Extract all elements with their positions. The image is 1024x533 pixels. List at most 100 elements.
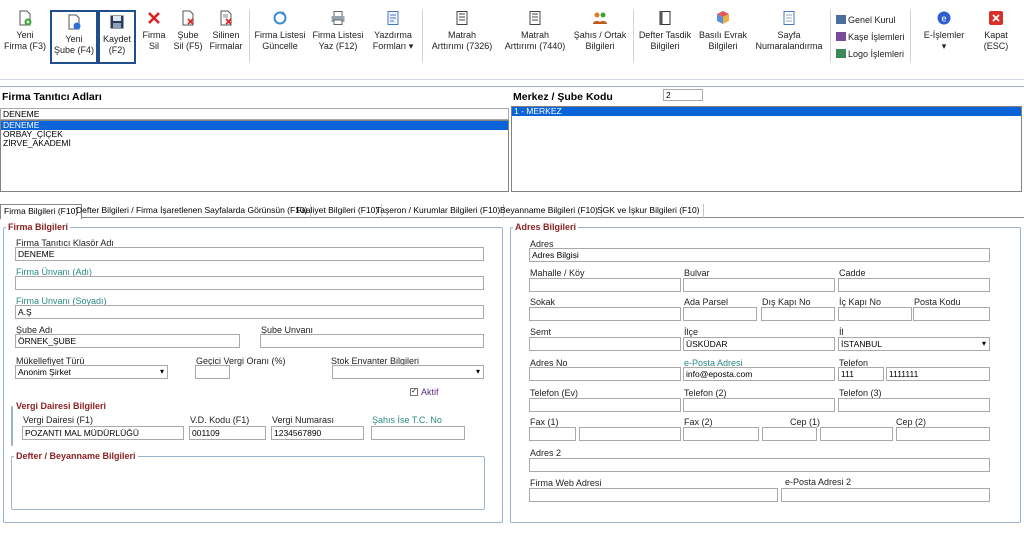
e-operations-button[interactable]: e E-İşlemler ▾ — [916, 4, 972, 66]
fax2-number-input[interactable] — [762, 427, 817, 441]
fax1-area-input[interactable] — [529, 427, 576, 441]
address-number-input[interactable] — [529, 367, 681, 381]
neighborhood-label: Mahalle / Köy — [530, 268, 585, 278]
tab-declaration-info[interactable]: Beyanname Bilgileri (F10) — [497, 204, 602, 218]
tax-office-input[interactable]: POZANTI MAL MÜDÜRLÜĞÜ — [22, 426, 184, 440]
toolbar-divider — [910, 10, 911, 62]
tax-base-7326-button[interactable]: Matrah Arttırımı (7326) — [426, 4, 498, 66]
folder-name-input[interactable]: DENEME — [15, 247, 484, 261]
branch-name-input[interactable]: ÖRNEK_ŞUBE — [15, 334, 240, 348]
mobile1-input[interactable] — [820, 427, 893, 441]
branch-code-input[interactable]: 2 — [663, 89, 703, 101]
branch-title-input[interactable] — [260, 334, 484, 348]
boulevard-label: Bulvar — [684, 268, 710, 278]
list-item[interactable]: ZİRVE_AKADEMİ — [1, 139, 508, 148]
fax1-number-input[interactable] — [579, 427, 681, 441]
toolbar-divider — [249, 10, 250, 62]
email2-input[interactable] — [781, 488, 990, 502]
province-select[interactable]: İSTANBUL — [838, 337, 990, 351]
ledger-declaration-title: Defter / Beyanname Bilgileri — [14, 451, 138, 461]
print-forms-button[interactable]: Yazdırma Formları ▾ — [368, 4, 418, 66]
website-input[interactable] — [529, 488, 778, 502]
county-input[interactable]: ÜSKÜDAR — [683, 337, 835, 351]
postal-code-input[interactable] — [913, 307, 990, 321]
partner-info-button[interactable]: Şahıs / Ortak Bilgileri — [571, 4, 629, 66]
district-input[interactable] — [529, 337, 681, 351]
inner-door-label: İç Kapı No — [839, 297, 882, 307]
tab-company-info[interactable]: Firma Bilgileri (F10) — [0, 204, 83, 219]
company-search-input[interactable]: DENEME — [0, 108, 509, 120]
company-title-surname-input[interactable]: A.Ş — [15, 305, 484, 319]
printed-docs-icon — [717, 11, 729, 24]
liability-type-select[interactable]: Anonim Şirket — [15, 365, 168, 379]
stamp-operations-link[interactable]: Kaşe İşlemleri — [836, 32, 905, 42]
ledger-icon — [456, 11, 468, 25]
tax-office-code-input[interactable]: 001109 — [189, 426, 266, 440]
active-checkbox[interactable]: ✓ — [410, 388, 418, 396]
svg-text:e: e — [941, 14, 946, 24]
delete-branch-button[interactable]: Şube Sil (F5) — [171, 4, 205, 66]
printed-docs-button[interactable]: Basılı Evrak Bilgileri — [696, 4, 750, 66]
page-numbering-sublabel: Numaralandırma — [755, 41, 823, 51]
list-item[interactable]: ORBAY_ÇİÇEK — [1, 130, 508, 139]
save-button[interactable]: Kaydet (F2) — [98, 10, 136, 64]
tab-sgk-info[interactable]: SGK ve İşkur Bilgileri (F10) — [594, 204, 704, 218]
street-input[interactable] — [529, 307, 681, 321]
logo-icon — [836, 49, 846, 58]
phone-number-input[interactable]: 1111111 — [886, 367, 990, 381]
company-info-title: Firma Bilgileri — [6, 222, 71, 232]
list-item[interactable]: DENEME — [1, 121, 508, 130]
address-input[interactable]: Adres Bilgisi — [529, 248, 990, 262]
home-phone-label: Telefon (Ev) — [530, 388, 579, 398]
phone2-input[interactable] — [683, 398, 835, 412]
logo-operations-link[interactable]: Logo İşlemleri — [836, 49, 904, 59]
close-sublabel: (ESC) — [983, 41, 1009, 51]
tax-base-7326-label: Matrah — [447, 30, 476, 40]
e-operations-label: E-İşlemler — [923, 30, 965, 40]
close-button[interactable]: Kapat (ESC) — [976, 4, 1016, 66]
ledger-icon — [529, 11, 541, 25]
delete-branch-label: Şube — [177, 30, 199, 40]
print-company-list-sublabel: Yaz (F12) — [318, 41, 358, 51]
tab-ledger-info[interactable]: Defter Bilgileri / Firma İşaretlenen Say… — [73, 204, 312, 218]
new-company-label: Yeni — [16, 30, 34, 40]
logo-operations-label: Logo İşlemleri — [848, 49, 905, 59]
update-company-list-button[interactable]: Firma Listesi Güncelle — [252, 4, 308, 66]
avenue-input[interactable] — [838, 278, 990, 292]
tab-activity-info[interactable]: Faaliyet Bilgileri (F10) — [293, 204, 383, 218]
deleted-companies-button[interactable]: Silinen Firmalar — [206, 4, 246, 66]
provisional-tax-input[interactable] — [195, 365, 230, 379]
list-item[interactable]: 1 - MERKEZ — [512, 107, 1021, 116]
branch-list[interactable]: 1 - MERKEZ — [511, 106, 1022, 192]
boulevard-input[interactable] — [683, 278, 835, 292]
home-phone-input[interactable] — [529, 398, 681, 412]
new-company-button[interactable]: Yeni Firma (F3) — [2, 4, 48, 66]
inventory-info-select[interactable] — [332, 365, 484, 379]
print-company-list-button[interactable]: Firma Listesi Yaz (F12) — [310, 4, 366, 66]
new-branch-button[interactable]: Yeni Şube (F4) — [50, 10, 98, 64]
email-input[interactable]: info@eposta.com — [683, 367, 835, 381]
fax2-area-input[interactable] — [683, 427, 759, 441]
outer-door-input[interactable] — [761, 307, 835, 321]
company-list[interactable]: DENEME ORBAY_ÇİÇEK ZİRVE_AKADEMİ — [0, 120, 509, 192]
personal-id-input[interactable] — [371, 426, 465, 440]
tax-base-7440-button[interactable]: Matrah Arttırımı (7440) — [500, 4, 570, 66]
tax-number-input[interactable]: 1234567890 — [271, 426, 364, 440]
tab-subcontractor-info[interactable]: Taşeron / Kurumlar Bilgileri (F10) — [373, 204, 505, 218]
neighborhood-input[interactable] — [529, 278, 681, 292]
phone3-input[interactable] — [838, 398, 990, 412]
general-assembly-link[interactable]: Genel Kurul — [836, 15, 896, 25]
parcel-input[interactable] — [683, 307, 757, 321]
page-numbering-button[interactable]: Sayfa Numaralandırma — [751, 4, 827, 66]
tax-office-label: Vergi Dairesi (F1) — [23, 415, 94, 425]
active-label: Aktif — [421, 387, 439, 397]
mobile2-input[interactable] — [896, 427, 990, 441]
phone-area-input[interactable]: 111 — [838, 367, 884, 381]
postal-code-label: Posta Kodu — [914, 297, 961, 307]
ledger-certification-button[interactable]: Defter Tasdik Bilgileri — [636, 4, 694, 66]
delete-company-button[interactable]: Firma Sil — [139, 4, 169, 66]
ledger-declaration-group — [11, 456, 485, 510]
company-title-name-input[interactable] — [15, 276, 484, 290]
address2-input[interactable] — [529, 458, 990, 472]
inner-door-input[interactable] — [838, 307, 912, 321]
